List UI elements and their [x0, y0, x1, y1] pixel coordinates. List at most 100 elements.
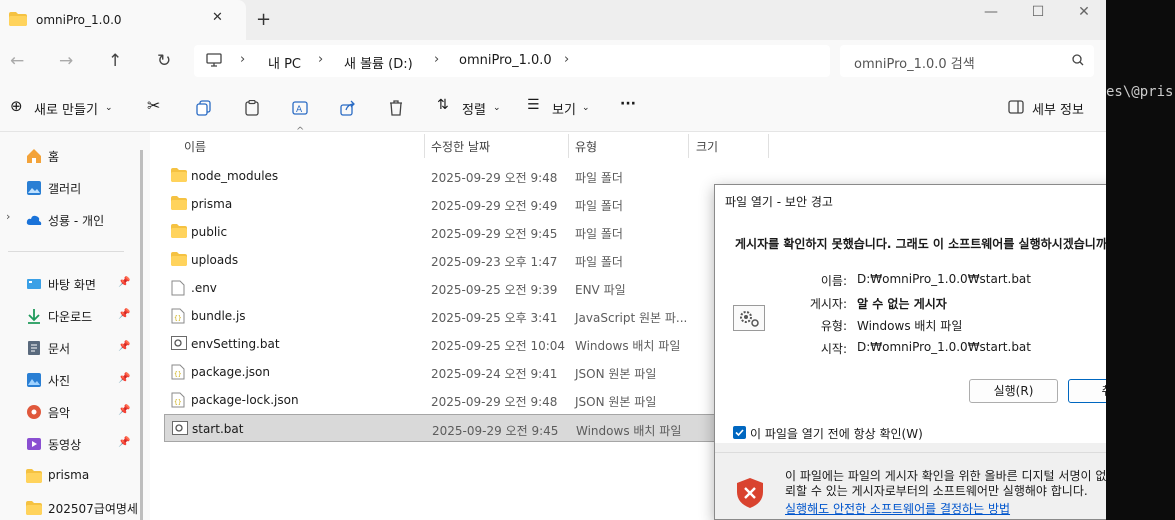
- publisher-value: 알 수 없는 게시자: [857, 297, 947, 311]
- column-divider[interactable]: [688, 134, 689, 158]
- computer-icon: [206, 53, 222, 67]
- chevron-right-icon[interactable]: ›: [240, 52, 245, 67]
- file-modified: 2025-09-25 오후 3:41: [431, 311, 558, 325]
- sidebar-item-home[interactable]: 홈: [0, 141, 140, 169]
- navigation-pane: 홈 갤러리 › 성룡 - 개인 바탕 화면 📌 다운로드 📌 문서 📌 사진 📌…: [0, 132, 140, 520]
- pin-icon[interactable]: 📌: [118, 277, 130, 288]
- file-row[interactable]: uploads 2025-09-23 오후 1:47 파일 폴더: [164, 246, 772, 274]
- sidebar-item-onedrive[interactable]: 성룡 - 개인: [0, 205, 140, 233]
- view-icon[interactable]: ☰: [527, 97, 540, 113]
- file-row[interactable]: {} package-lock.json 2025-09-29 오전 9:48 JSO…: [164, 386, 772, 414]
- search-input[interactable]: omniPro_1.0.0 검색: [840, 45, 1094, 77]
- chevron-right-icon[interactable]: ›: [318, 52, 323, 67]
- file-row[interactable]: .env 2025-09-25 오전 9:39 ENV 파일: [164, 274, 772, 302]
- delete-icon[interactable]: [388, 100, 404, 116]
- file-row[interactable]: prisma 2025-09-29 오전 9:49 파일 폴더: [164, 190, 772, 218]
- batch-file-icon: [171, 336, 187, 353]
- pin-icon[interactable]: 📌: [118, 437, 130, 448]
- file-modified: 2025-09-23 오후 1:47: [431, 255, 558, 269]
- paste-icon[interactable]: [244, 100, 260, 116]
- chevron-right-icon[interactable]: ›: [564, 52, 569, 67]
- more-options-button[interactable]: ···: [620, 96, 636, 112]
- help-link[interactable]: 실행해도 안전한 소프트웨어를 결정하는 방법: [785, 500, 1010, 517]
- up-arrow-icon[interactable]: ↑: [108, 51, 122, 71]
- pin-icon[interactable]: 📌: [118, 341, 130, 352]
- file-row[interactable]: public 2025-09-29 오전 9:45 파일 폴더: [164, 218, 772, 246]
- new-button[interactable]: 새로 만들기: [34, 99, 98, 118]
- sidebar-item-label: 성룡 - 개인: [48, 214, 105, 228]
- share-icon[interactable]: [340, 100, 356, 116]
- cancel-button[interactable]: 취소: [1068, 379, 1106, 403]
- plus-circle-icon[interactable]: ⊕: [10, 97, 23, 115]
- chevron-down-icon[interactable]: ⌄: [105, 103, 113, 113]
- svg-text:{}: {}: [174, 399, 182, 406]
- sidebar-item-label: 202507급여명세: [48, 502, 138, 516]
- close-tab-icon[interactable]: ✕: [212, 10, 223, 25]
- run-button[interactable]: 실행(R): [969, 379, 1058, 403]
- folder-icon: [26, 469, 42, 483]
- sidebar-item-downloads[interactable]: 다운로드 📌: [0, 301, 140, 329]
- sidebar-item-prisma[interactable]: prisma: [0, 461, 140, 489]
- sidebar-item-gallery[interactable]: 갤러리: [0, 173, 140, 201]
- chevron-down-icon[interactable]: ⌄: [493, 103, 501, 113]
- gallery-icon: [27, 181, 41, 195]
- file-type: ENV 파일: [575, 283, 626, 297]
- batch-file-icon: [172, 421, 188, 438]
- file-type: JavaScript 원본 파...: [575, 311, 688, 325]
- sidebar-item-music[interactable]: 음악 📌: [0, 397, 140, 425]
- column-header-modified[interactable]: 수정한 날짜: [431, 138, 490, 155]
- sort-button[interactable]: 정렬: [462, 99, 486, 118]
- from-label: 시작:: [820, 342, 847, 356]
- minimize-button[interactable]: —: [976, 4, 1006, 20]
- sidebar-scrollbar[interactable]: [140, 150, 143, 520]
- sidebar-item-videos[interactable]: 동영상 📌: [0, 429, 140, 457]
- forward-arrow-icon[interactable]: →: [59, 51, 73, 71]
- file-row[interactable]: {} package.json 2025-09-24 오전 9:41 JSON 원본 …: [164, 358, 772, 386]
- column-header-size[interactable]: 크기: [696, 138, 718, 155]
- warning-text: 이 파일에는 파일의 게시자 확인을 위한 올바른 디지털 서명이 없습니다. …: [785, 469, 1106, 498]
- video-icon: [27, 438, 41, 450]
- sidebar-item-payroll[interactable]: 202507급여명세: [0, 493, 140, 520]
- address-bar[interactable]: › 내 PC › 새 볼륨 (D:) › omniPro_1.0.0 ›: [194, 45, 830, 77]
- breadcrumb-item[interactable]: 새 볼륨 (D:): [344, 53, 413, 72]
- chevron-right-icon[interactable]: ›: [434, 52, 439, 67]
- rename-icon[interactable]: A: [292, 100, 308, 116]
- column-header-type[interactable]: 유형: [575, 138, 597, 155]
- dialog-title: 파일 열기 - 보안 경고: [725, 195, 833, 209]
- file-row[interactable]: node_modules 2025-09-29 오전 9:48 파일 폴더: [164, 162, 772, 190]
- pin-icon[interactable]: 📌: [118, 405, 130, 416]
- sidebar-item-desktop[interactable]: 바탕 화면 📌: [0, 269, 140, 297]
- copy-icon[interactable]: [196, 100, 212, 116]
- column-divider[interactable]: [768, 134, 769, 158]
- maximize-button[interactable]: ☐: [1023, 4, 1053, 20]
- pin-icon[interactable]: 📌: [118, 309, 130, 320]
- refresh-icon[interactable]: ↻: [157, 51, 171, 71]
- folder-icon: [171, 168, 187, 185]
- close-window-button[interactable]: ✕: [1069, 4, 1099, 20]
- sort-icon[interactable]: ⇅: [437, 97, 449, 113]
- file-row[interactable]: {} bundle.js 2025-09-25 오후 3:41 JavaScript …: [164, 302, 772, 330]
- new-tab-button[interactable]: +: [256, 9, 271, 30]
- column-header-name[interactable]: 이름: [184, 138, 206, 155]
- view-button[interactable]: 보기: [552, 99, 576, 118]
- cut-icon[interactable]: ✂: [147, 96, 160, 115]
- file-row[interactable]: start.bat 2025-09-29 오전 9:45 Windows 배치 파일: [164, 414, 772, 442]
- sidebar-item-documents[interactable]: 문서 📌: [0, 333, 140, 361]
- breadcrumb-item[interactable]: 내 PC: [268, 53, 301, 72]
- chevron-down-icon[interactable]: ⌄: [582, 103, 590, 113]
- file-modified: 2025-09-29 오전 9:48: [431, 395, 558, 409]
- name-label: 이름:: [820, 274, 847, 288]
- file-row[interactable]: envSetting.bat 2025-09-25 오전 10:04 Windows…: [164, 330, 772, 358]
- column-divider[interactable]: [424, 134, 425, 158]
- back-arrow-icon[interactable]: ←: [10, 51, 24, 71]
- pin-icon[interactable]: 📌: [118, 373, 130, 384]
- column-divider[interactable]: [568, 134, 569, 158]
- tab-omnipro[interactable]: omniPro_1.0.0 ✕: [0, 0, 246, 40]
- file-name: prisma: [191, 197, 233, 211]
- sidebar-item-pictures[interactable]: 사진 📌: [0, 365, 140, 393]
- document-icon: [28, 341, 40, 355]
- breadcrumb-item[interactable]: omniPro_1.0.0: [459, 53, 552, 68]
- always-ask-checkbox[interactable]: [733, 426, 746, 439]
- details-pane-icon[interactable]: [1008, 100, 1024, 114]
- details-button[interactable]: 세부 정보: [1032, 99, 1084, 118]
